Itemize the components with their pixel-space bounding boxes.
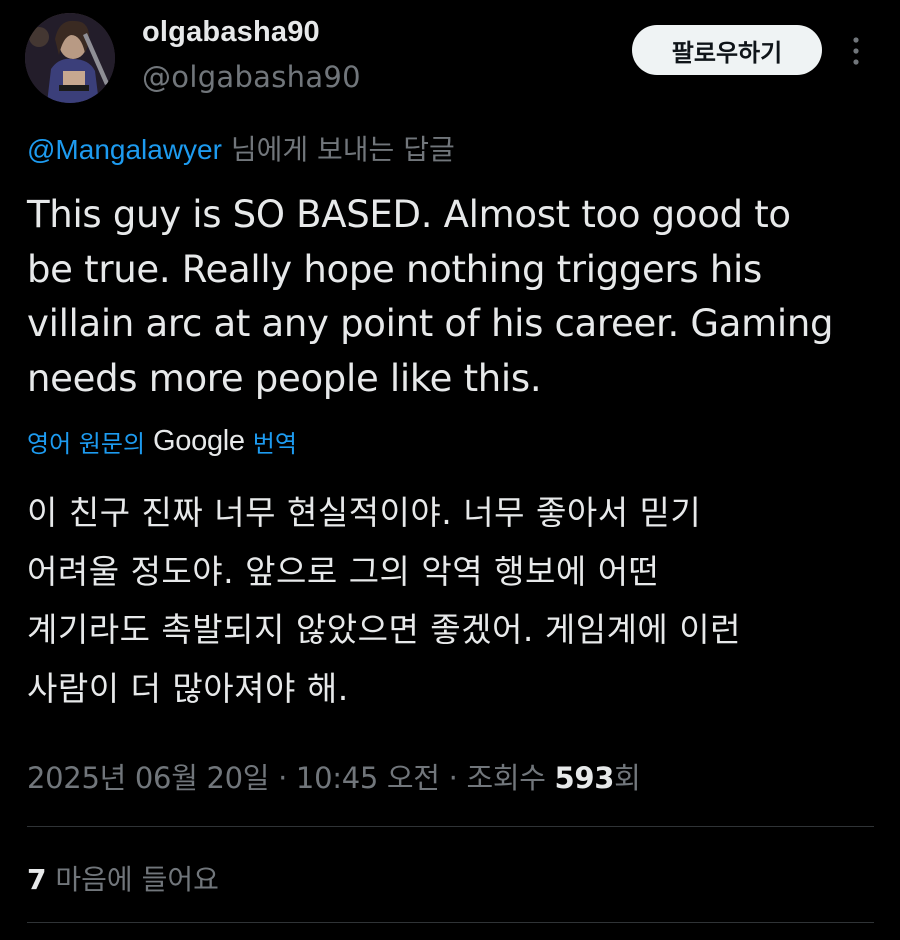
translation-prefix: 영어 원문의 (27, 430, 146, 458)
views-label: 조회수 (466, 761, 555, 795)
google-logo-text: Google (153, 425, 245, 457)
timestamp[interactable]: 2025년 06월 20일 · 10:45 오전 · (27, 761, 466, 795)
translation-suffix: 번역 (252, 430, 297, 458)
divider (27, 826, 874, 827)
reply-context: @Mangalawyer 님에게 보내는 답글 (27, 128, 455, 168)
tweet-meta: 2025년 06월 20일 · 10:45 오전 · 조회수 593회 (27, 755, 641, 797)
translation-attribution[interactable]: 영어 원문의 Google 번역 (27, 424, 297, 459)
mention-link[interactable]: @Mangalawyer (27, 134, 222, 165)
tweet-header: olgabasha90 @olgabasha90 팔로우하기 (0, 0, 900, 115)
display-name[interactable]: olgabasha90 (142, 16, 320, 49)
divider (27, 922, 874, 923)
likes-count: 7 (27, 863, 47, 896)
views-count: 593 (554, 761, 615, 795)
views-suffix: 회 (614, 761, 641, 795)
user-handle[interactable]: @olgabasha90 (142, 60, 361, 94)
likes-label: 마음에 들어요 (46, 863, 219, 896)
reply-context-label: 님에게 보내는 답글 (221, 133, 455, 166)
follow-button[interactable]: 팔로우하기 (632, 25, 822, 75)
tweet-text: This guy is SO BASED. Almost too good to… (27, 193, 834, 400)
translated-text: 이 친구 진짜 너무 현실적이야. 너무 좋아서 믿기 어려울 정도야. 앞으로… (27, 493, 741, 708)
profile-avatar-icon (25, 13, 115, 103)
more-vertical-icon[interactable] (845, 33, 867, 69)
likes-link[interactable]: 7 마음에 들어요 (27, 858, 219, 898)
avatar[interactable] (25, 13, 115, 103)
